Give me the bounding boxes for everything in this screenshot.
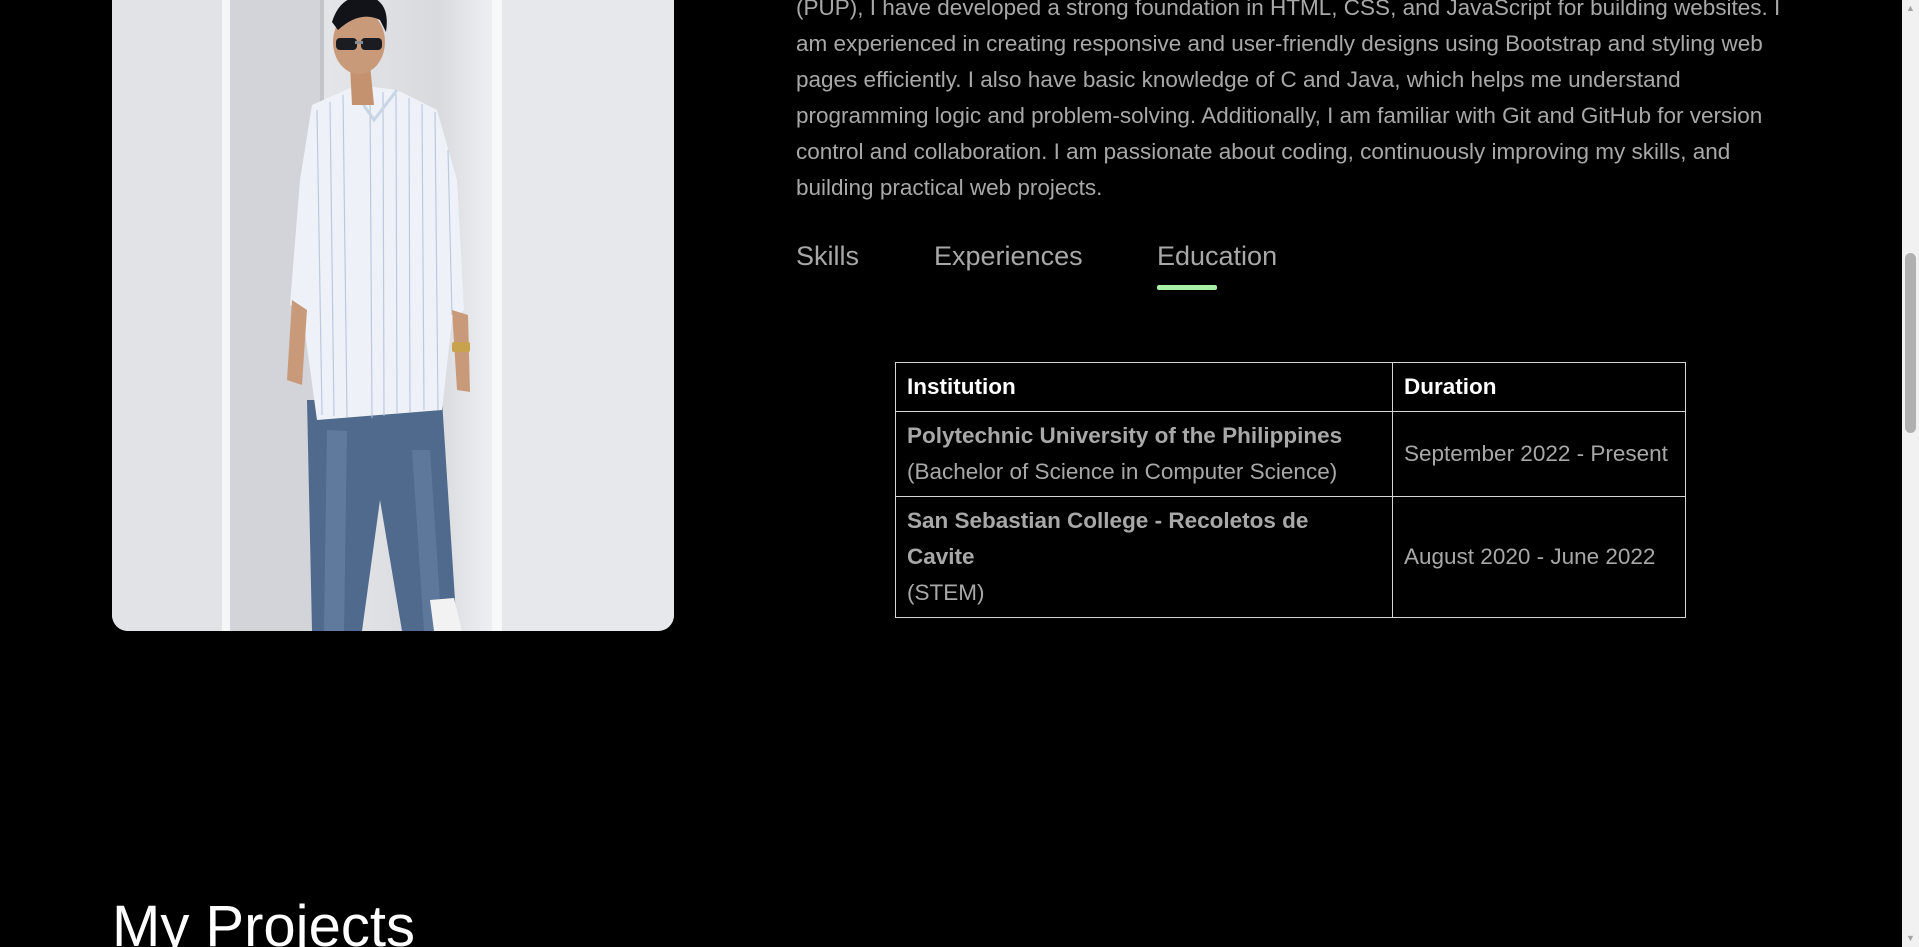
education-table: Institution Duration Polytechnic Univers… — [895, 362, 1686, 618]
duration-cell: August 2020 - June 2022 — [1392, 496, 1686, 618]
profile-photo — [112, 0, 674, 631]
vertical-scrollbar[interactable]: ▲ ▼ — [1902, 0, 1919, 947]
tab-experiences[interactable]: Experiences — [934, 238, 1083, 274]
institution-cell: San Sebastian College - Recoletos de Cav… — [895, 496, 1393, 618]
scroll-up-arrow-icon[interactable]: ▲ — [1902, 0, 1919, 17]
institution-name: San Sebastian College - Recoletos de Cav… — [907, 508, 1309, 569]
duration-text: August 2020 - June 2022 — [1404, 544, 1656, 569]
header-duration: Duration — [1392, 362, 1686, 412]
duration-text: September 2022 - Present — [1404, 441, 1668, 466]
header-institution: Institution — [895, 362, 1393, 412]
table-row: San Sebastian College - Recoletos de Cav… — [895, 496, 1686, 618]
page: (PUP), I have developed a strong foundat… — [0, 0, 1919, 947]
table-header-row: Institution Duration — [895, 362, 1686, 412]
institution-name: Polytechnic University of the Philippine… — [907, 423, 1343, 448]
table-row: Polytechnic University of the Philippine… — [895, 411, 1686, 497]
scroll-down-arrow-icon[interactable]: ▼ — [1902, 930, 1919, 947]
institution-program: (STEM) — [907, 580, 985, 605]
projects-heading: My Projects — [112, 894, 415, 947]
duration-cell: September 2022 - Present — [1392, 411, 1686, 497]
tab-skills[interactable]: Skills — [796, 238, 859, 274]
tab-education[interactable]: Education — [1157, 238, 1277, 274]
institution-cell: Polytechnic University of the Philippine… — [895, 411, 1393, 497]
institution-program: (Bachelor of Science in Computer Science… — [907, 459, 1338, 484]
active-tab-underline — [1157, 285, 1217, 290]
scrollbar-thumb[interactable] — [1905, 253, 1916, 433]
about-paragraph: (PUP), I have developed a strong foundat… — [796, 0, 1781, 200]
